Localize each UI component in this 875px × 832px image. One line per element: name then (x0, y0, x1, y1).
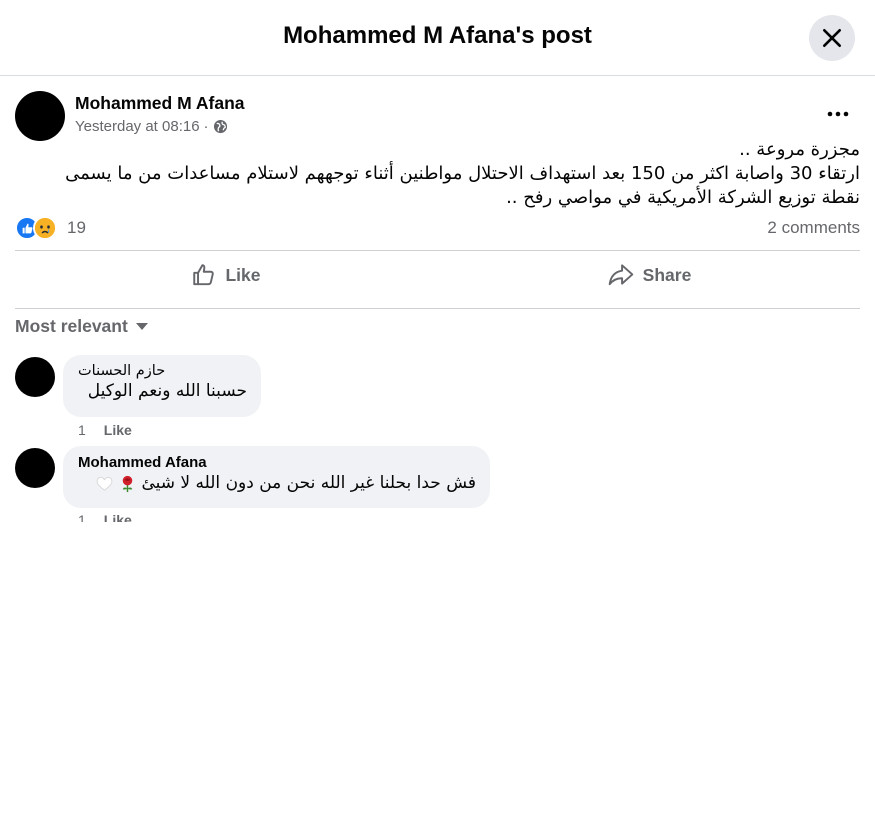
comment-text: فش حدا بحلنا غير الله نحن من دون الله لا… (141, 473, 476, 493)
comment-bubble: حازم الحسنات حسبنا الله ونعم الوكيل (63, 355, 261, 417)
comment-avatar[interactable] (15, 357, 55, 397)
globe-icon (213, 119, 227, 134)
post-timestamp[interactable]: Yesterday at 08:16 (75, 118, 200, 135)
comment-text-row: فش حدا بحلنا غير الله نحن من دون الله لا… (78, 473, 476, 493)
modal-title: Mohammed M Afana's post (283, 22, 592, 49)
post-text: مجزرة مروعة .. ارتقاء 30 واصابة اكثر من … (15, 138, 860, 210)
share-button[interactable]: Share (438, 252, 860, 298)
comment-like-button[interactable]: Like (104, 422, 132, 438)
comment-actions: 1 Like (78, 512, 132, 522)
comment-author[interactable]: حازم الحسنات (78, 363, 247, 379)
share-label: Share (642, 264, 692, 285)
comment-text: حسبنا الله ونعم الوكيل (87, 381, 247, 401)
post-options-button[interactable] (820, 100, 856, 128)
reactions-summary[interactable]: 19 (15, 216, 86, 240)
divider (15, 308, 860, 309)
close-button[interactable] (809, 15, 855, 61)
like-label: Like (225, 264, 261, 285)
post-text-line: مجزرة مروعة .. (739, 139, 860, 160)
close-icon (822, 28, 842, 48)
post-author-avatar[interactable] (15, 91, 65, 141)
post-meta: Yesterday at 08:16 · (75, 118, 228, 135)
like-button[interactable]: Like (15, 252, 437, 298)
more-dots-icon (827, 111, 849, 117)
comment-bubble: Mohammed Afana فش حدا بحلنا غير الله نحن… (63, 446, 490, 508)
post-text-line: ارتقاء 30 واصابة اكثر من 150 بعد استهداف… (65, 163, 860, 184)
comment-like-button[interactable]: Like (104, 512, 132, 522)
post-author-name[interactable]: Mohammed M Afana (75, 93, 245, 114)
comment-actions: 1 Like (78, 422, 132, 438)
caret-down-icon (135, 323, 148, 330)
comment-age[interactable]: 1 (78, 422, 86, 438)
comments-count[interactable]: 2 comments (767, 218, 860, 238)
modal-header: Mohammed M Afana's post (0, 0, 875, 76)
post-text-line: نقطة توزيع الشركة الأمريكية في مواصي رفح… (506, 187, 860, 208)
sad-icon (33, 216, 57, 240)
meta-separator: · (203, 118, 209, 135)
thumbs-up-icon (193, 264, 215, 286)
comment-author[interactable]: Mohammed Afana (78, 454, 476, 471)
reaction-count: 19 (67, 218, 86, 237)
divider (15, 250, 860, 251)
white-heart-icon (97, 476, 113, 491)
comment-sort-dropdown[interactable]: Most relevant (15, 316, 148, 337)
rose-icon (123, 475, 133, 492)
sort-label: Most relevant (15, 316, 128, 336)
comment-avatar[interactable] (15, 448, 55, 488)
share-icon (608, 264, 633, 286)
comment-age[interactable]: 1 (78, 512, 86, 522)
